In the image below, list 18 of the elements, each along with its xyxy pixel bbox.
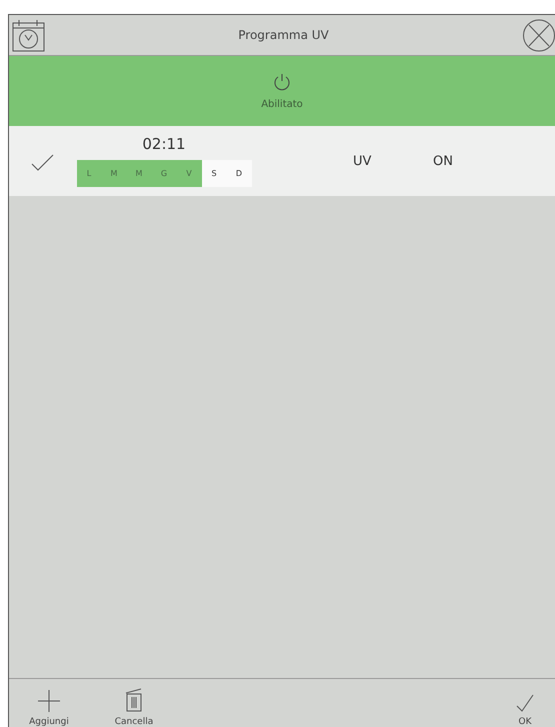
day-toggle[interactable]: D	[226, 160, 252, 187]
window-title: Programma UV	[238, 28, 329, 42]
delete-button[interactable]: Cancella	[104, 688, 164, 727]
power-icon	[273, 72, 291, 90]
enable-panel[interactable]: Abilitato	[9, 56, 555, 126]
calendar-clock-icon[interactable]	[12, 18, 45, 52]
close-icon[interactable]	[522, 18, 555, 52]
program-time: 02:11	[142, 135, 186, 153]
program-target: UV	[353, 154, 372, 168]
day-toggle[interactable]: S	[202, 160, 226, 187]
trash-icon	[125, 688, 143, 712]
add-button[interactable]: Aggiungi	[19, 690, 79, 727]
enable-label: Abilitato	[261, 98, 303, 110]
ok-button[interactable]: OK	[495, 694, 555, 727]
program-action: ON	[433, 154, 453, 168]
program-row[interactable]: 02:11 L M M G V S D UV ON	[9, 126, 555, 196]
check-icon	[516, 694, 534, 712]
plus-icon	[38, 690, 60, 712]
